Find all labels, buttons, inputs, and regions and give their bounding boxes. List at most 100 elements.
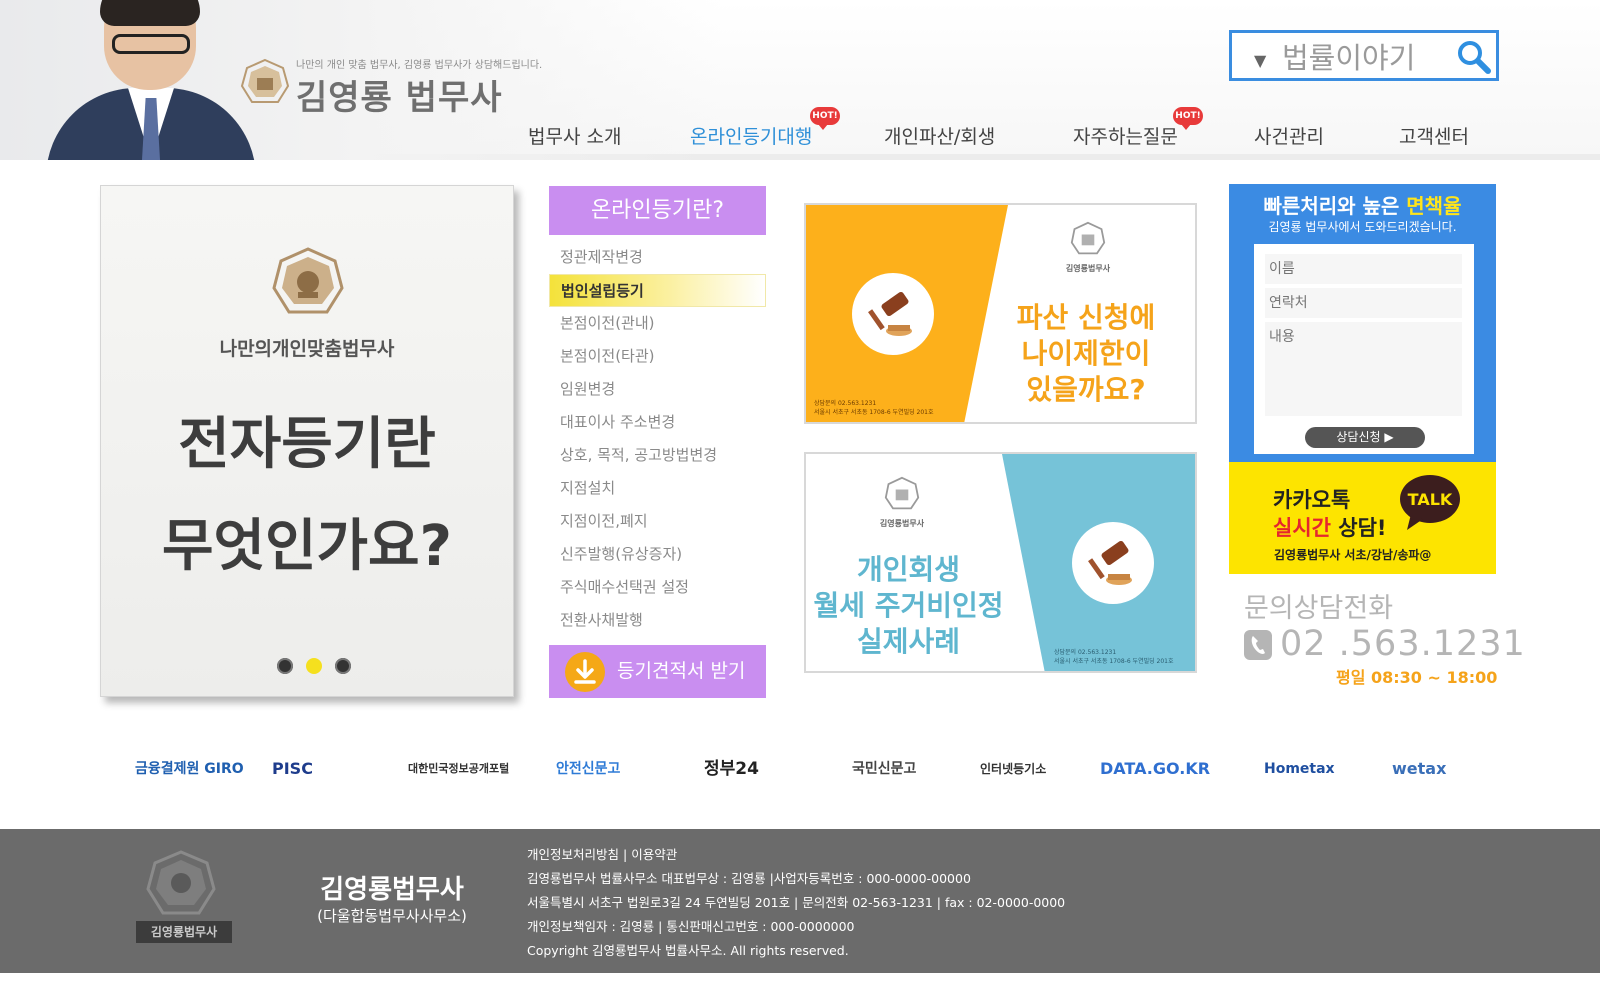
- slider-dot[interactable]: [335, 658, 352, 674]
- registration-item[interactable]: 정관제작변경: [549, 241, 766, 274]
- contact-phone-number[interactable]: 02 .563.1231: [1280, 624, 1526, 664]
- banner-logo-caption: 김영룡법무사: [1065, 264, 1111, 273]
- nav-item-label: 온라인등기대행: [690, 126, 813, 148]
- nav-item-about[interactable]: 법무사 소개: [528, 122, 621, 149]
- registration-item[interactable]: 전환사채발행: [549, 604, 766, 637]
- search-icon[interactable]: [1454, 37, 1494, 77]
- bankruptcy-age-banner[interactable]: 상담문의 02.563.1231 서울시 서초구 서초동 1708-6 두연빌딩…: [804, 203, 1197, 424]
- banner-logo-caption: 김영룡법무사: [879, 519, 925, 528]
- message-field[interactable]: [1265, 322, 1462, 416]
- registration-item[interactable]: 지점이전,폐지: [549, 505, 766, 538]
- registration-item[interactable]: 본점이전(타관): [549, 340, 766, 373]
- registration-menu: 온라인등기란? 정관제작변경 법인설립등기 본점이전(관내) 본점이전(타관) …: [549, 186, 766, 698]
- nav-item-faq[interactable]: HOT! 자주하는질문: [1073, 107, 1203, 149]
- nav-item-bankruptcy[interactable]: 개인파산/회생: [884, 122, 995, 149]
- partner-link-giro[interactable]: 금융결제원 GIRO: [135, 748, 244, 790]
- footer-line: 서울특별시 서초구 법원로3길 24 두연빌딩 201호 | 문의전화 02-5…: [527, 895, 1066, 910]
- partner-link-wetax[interactable]: wetax: [1392, 748, 1446, 790]
- nav-item-online-registration[interactable]: HOT! 온라인등기대행: [690, 107, 840, 149]
- seal-icon: [884, 476, 920, 510]
- registration-item-active[interactable]: 법인설립등기: [549, 274, 766, 307]
- footer-company-sub: (다울합동법무사사무소): [317, 907, 467, 925]
- consult-headline-highlight: 면책율: [1406, 194, 1462, 218]
- main-navigation: 법무사 소개 HOT! 온라인등기대행 개인파산/회생 HOT! 자주하는질문 …: [520, 107, 1480, 154]
- name-field[interactable]: [1265, 254, 1462, 284]
- banner-logo: 김영룡법무사: [874, 476, 930, 529]
- main-slider[interactable]: 나만의개인맞춤법무사 전자등기란 무엇인가요?: [100, 185, 514, 697]
- footer-line: 김영룡법무사 법률사무소 대표법무상 : 김영룡 |사업자등록번호 : 000-…: [527, 871, 971, 886]
- phone-field[interactable]: [1265, 288, 1462, 318]
- slider-title-line: 전자등기란: [178, 412, 436, 477]
- registration-item[interactable]: 주식매수선택권 설정: [549, 571, 766, 604]
- banner-contact-line: 서울시 서초구 서초동 1708-6 두연빌딩 201호: [1054, 658, 1174, 665]
- banner-title-line: 있을까요?: [1026, 373, 1146, 406]
- partner-link-hometax[interactable]: Hometax: [1264, 748, 1335, 790]
- registration-item[interactable]: 대표이사 주소변경: [549, 406, 766, 439]
- banner-contact: 상담문의 02.563.1231 서울시 서초구 서초동 1708-6 두연빌딩…: [814, 399, 934, 417]
- consult-subheadline: 김영룡 법무사에서 도와드리겠습니다.: [1268, 220, 1457, 234]
- registration-item[interactable]: 본점이전(관내): [549, 307, 766, 340]
- contact-hours: 평일 08:30 ~ 18:00: [1336, 668, 1498, 687]
- rehabilitation-rent-banner[interactable]: 김영룡법무사 개인회생 월세 주거비인정 실제사례 상담문의 02.563.12…: [804, 452, 1197, 673]
- nav-item-label: 자주하는질문: [1073, 126, 1178, 148]
- registration-menu-header[interactable]: 온라인등기란?: [549, 186, 766, 235]
- privacy-policy-link[interactable]: 개인정보처리방침: [527, 847, 619, 862]
- nav-item-case-management[interactable]: 사건관리: [1254, 122, 1324, 149]
- download-icon: [565, 652, 605, 692]
- banner-title: 파산 신청에 나이제한이 있을까요?: [996, 300, 1176, 408]
- partner-link-data-go-kr[interactable]: DATA.GO.KR: [1100, 748, 1210, 790]
- seal-icon: [1070, 221, 1106, 255]
- partner-link-info-portal[interactable]: 대한민국정보공개포털: [408, 748, 509, 790]
- header-tagline: 나만의 개인 맞춤 법무사, 김영룡 법무사가 상담해드립니다.: [296, 60, 543, 71]
- partner-link-internet-registry[interactable]: 인터넷등기소: [980, 748, 1046, 790]
- kakao-line2-text: 상담!: [1330, 516, 1387, 540]
- consultation-form-panel: 빠른처리와 높은 면책율 김영룡 법무사에서 도와드리겠습니다. 상담신청 ▶: [1229, 184, 1496, 462]
- banner-title-line: 파산 신청에: [1016, 301, 1156, 334]
- kakao-talk-label: TALK: [1408, 490, 1453, 509]
- lawyer-photo: [46, 0, 256, 160]
- slider-dot[interactable]: [277, 658, 293, 674]
- seal-icon: [146, 850, 216, 915]
- kakaotalk-consult-banner[interactable]: 카카오톡 실시간 상담! 김영룡법무사 서초/강남/송파@ TALK: [1229, 462, 1496, 574]
- footer-seal-caption: 김영룡법무사: [136, 921, 232, 943]
- search-input[interactable]: [1282, 39, 1442, 73]
- hot-badge: HOT!: [810, 107, 840, 130]
- slider-title-line: 무엇인가요?: [161, 514, 453, 579]
- banner-contact: 상담문의 02.563.1231 서울시 서초구 서초동 1708-6 두연빌딩…: [1054, 648, 1174, 666]
- registration-item[interactable]: 임원변경: [549, 373, 766, 406]
- banner-logo: 김영룡법무사: [1060, 221, 1116, 274]
- gavel-icon: [1072, 522, 1154, 604]
- consult-form: 상담신청 ▶: [1254, 244, 1474, 454]
- consult-submit-button[interactable]: 상담신청 ▶: [1305, 427, 1425, 448]
- footer-links: 개인정보처리방침 | 이용약관: [527, 847, 678, 862]
- partner-link-safety-report[interactable]: 안전신문고: [556, 748, 620, 790]
- slider-pagination: [277, 658, 359, 678]
- kakao-talk-icon: TALK: [1400, 475, 1460, 530]
- partner-link-epeople[interactable]: 국민신문고: [852, 748, 916, 790]
- kakao-line1: 카카오톡: [1273, 488, 1351, 512]
- banner-title-line: 월세 주거비인정: [813, 589, 1004, 622]
- kakao-line2-highlight: 실시간: [1273, 516, 1331, 540]
- site-header: 나만의 개인 맞춤 법무사, 김영룡 법무사가 상담해드립니다. 김영룡 법무사…: [0, 0, 1600, 160]
- site-logo[interactable]: 김영룡 법무사: [296, 70, 503, 119]
- slider-dot-active[interactable]: [306, 658, 323, 674]
- registration-item[interactable]: 신주발행(유상증자): [549, 538, 766, 571]
- hot-badge: HOT!: [1173, 107, 1203, 130]
- page: 나만의 개인 맞춤 법무사, 김영룡 법무사가 상담해드립니다. 김영룡 법무사…: [0, 0, 1600, 1000]
- quote-button-label: 등기견적서 받기: [617, 660, 746, 682]
- terms-link[interactable]: 이용약관: [631, 847, 677, 862]
- partner-link-gov24[interactable]: 정부24: [704, 748, 759, 790]
- nav-item-label: 개인파산/회생: [884, 126, 996, 148]
- banner-title-line: 실제사례: [856, 625, 961, 658]
- registration-item[interactable]: 지점설치: [549, 472, 766, 505]
- banner-title: 개인회생 월세 주거비인정 실제사례: [806, 552, 1011, 660]
- partner-link-pisc[interactable]: PISC: [272, 748, 313, 790]
- quote-button[interactable]: 등기견적서 받기: [549, 645, 766, 698]
- banner-title-line: 개인회생: [856, 553, 961, 586]
- registration-item[interactable]: 상호, 목적, 공고방법변경: [549, 439, 766, 472]
- search-dropdown-icon[interactable]: ▼: [1254, 51, 1266, 70]
- banner-contact-line: 상담문의 02.563.1231: [1054, 649, 1117, 656]
- footer-company-name: 김영룡법무사: [320, 875, 464, 905]
- banner-contact-line: 서울시 서초구 서초동 1708-6 두연빌딩 201호: [814, 409, 934, 416]
- nav-item-customer-center[interactable]: 고객센터: [1399, 122, 1469, 149]
